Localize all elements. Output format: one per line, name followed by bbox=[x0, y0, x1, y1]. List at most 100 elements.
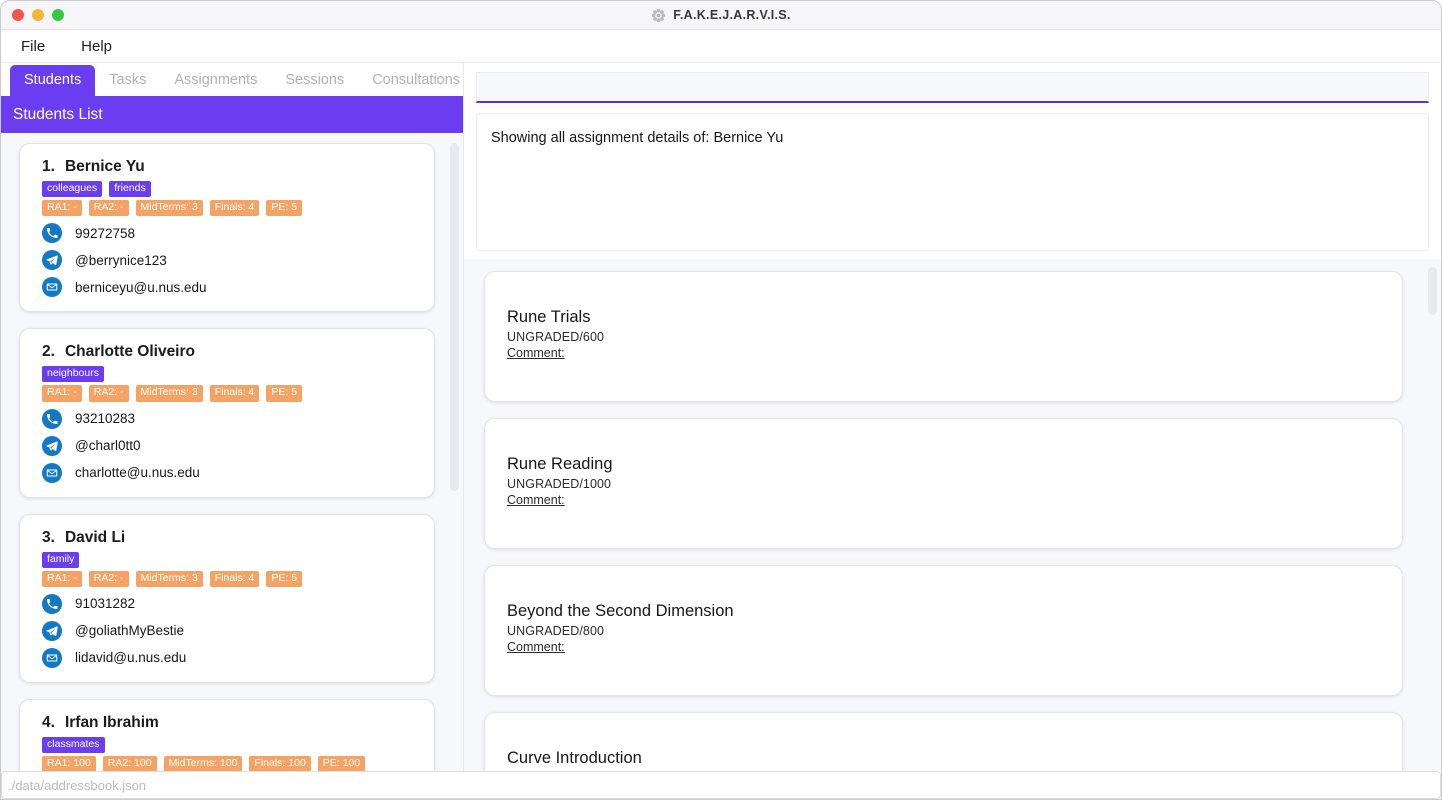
telegram-icon[interactable] bbox=[42, 620, 62, 641]
student-grade-badge: MidTerms: 3 bbox=[135, 570, 203, 587]
assignment-card[interactable]: Curve Introduction bbox=[484, 712, 1403, 771]
student-grade-badge: RA1: - bbox=[42, 385, 82, 402]
student-name-row: 4. Irfan Ibrahim bbox=[42, 714, 418, 732]
app-window: F.A.K.E.J.A.R.V.I.S. File Help Students … bbox=[0, 0, 1442, 800]
tab-tasks[interactable]: Tasks bbox=[95, 65, 160, 96]
student-grade-badge: Finals: 100 bbox=[249, 755, 311, 771]
student-index: 3. bbox=[42, 528, 55, 546]
body-split: Students Tasks Assignments Sessions Cons… bbox=[1, 63, 1441, 771]
student-phone-text: 93210283 bbox=[75, 411, 136, 426]
student-grade-badge: RA2: - bbox=[88, 385, 129, 402]
student-tags: neighbours bbox=[42, 366, 418, 383]
assignment-title: Rune Reading bbox=[507, 455, 613, 473]
tab-consultations[interactable]: Consultations bbox=[358, 65, 474, 96]
student-tags: family bbox=[42, 551, 418, 568]
student-grade-badge: RA1: - bbox=[42, 200, 82, 217]
student-grade-badge: RA1: - bbox=[42, 570, 82, 587]
student-card[interactable]: 2. Charlotte Oliveiro neighbours RA1: - RA2:… bbox=[19, 328, 435, 498]
student-tag: friends bbox=[109, 181, 151, 198]
student-grade-badge: MidTerms: 3 bbox=[135, 200, 203, 217]
assignment-title: Rune Trials bbox=[507, 308, 591, 326]
minimize-window-button[interactable] bbox=[32, 9, 44, 21]
menu-help[interactable]: Help bbox=[79, 36, 114, 57]
email-icon[interactable] bbox=[42, 647, 62, 668]
student-grade-badge: Finals: 4 bbox=[209, 385, 260, 402]
student-telegram-text: @berrynice123 bbox=[75, 252, 167, 268]
assignment-card[interactable]: Beyond the Second Dimension UNGRADED/800 C… bbox=[484, 565, 1403, 696]
student-email-text: berniceyu@u.nus.edu bbox=[75, 279, 207, 295]
assignment-score: UNGRADED/800 bbox=[507, 624, 605, 638]
student-grade-badge: RA2: - bbox=[88, 570, 129, 587]
students-scrollbar[interactable] bbox=[450, 133, 459, 771]
telegram-icon[interactable] bbox=[42, 435, 62, 456]
title-center-group: F.A.K.E.J.A.R.V.I.S. bbox=[1, 8, 1441, 23]
student-name-row: 3. David Li bbox=[42, 529, 418, 547]
tab-bar: Students Tasks Assignments Sessions Cons… bbox=[1, 63, 463, 96]
assignments-scroll[interactable]: Rune Trials UNGRADED/600 Comment: Rune Read… bbox=[464, 259, 1441, 771]
menu-file[interactable]: File bbox=[19, 36, 47, 57]
student-email-text: lidavid@u.nus.edu bbox=[75, 650, 187, 666]
email-icon[interactable] bbox=[42, 462, 62, 483]
menu-bar: File Help bbox=[1, 30, 1441, 63]
student-grade-badge: PE: 5 bbox=[266, 385, 303, 402]
tab-assignments[interactable]: Assignments bbox=[160, 65, 271, 96]
assignment-comment-label: Comment: bbox=[507, 640, 565, 654]
student-grade-badge: RA2: 100 bbox=[102, 755, 157, 771]
student-telegram: @goliathMyBestie bbox=[42, 620, 418, 641]
students-scrollbar-thumb[interactable] bbox=[450, 143, 459, 491]
student-tag: family bbox=[42, 551, 80, 568]
phone-icon[interactable] bbox=[42, 593, 62, 614]
close-window-button[interactable] bbox=[12, 9, 24, 21]
tab-sessions[interactable]: Sessions bbox=[271, 65, 358, 96]
student-email: charlotte@u.nus.edu bbox=[42, 462, 418, 483]
student-tags: classmates bbox=[42, 736, 418, 753]
assignment-score: UNGRADED/1000 bbox=[507, 477, 612, 491]
student-grade-badge: PE: 100 bbox=[317, 755, 366, 771]
student-tags: colleagues friends bbox=[42, 181, 418, 198]
assignment-card[interactable]: Rune Trials UNGRADED/600 Comment: bbox=[484, 271, 1403, 402]
assignment-comment-label: Comment: bbox=[507, 346, 565, 360]
student-tag: neighbours bbox=[42, 366, 104, 383]
result-display-wrapper: Showing all assignment details of: Berni… bbox=[464, 107, 1441, 259]
student-telegram: @berrynice123 bbox=[42, 250, 418, 271]
telegram-icon[interactable] bbox=[42, 250, 62, 271]
student-grade-badge: PE: 5 bbox=[266, 570, 303, 587]
command-input[interactable] bbox=[476, 72, 1429, 103]
students-list-header: Students List bbox=[1, 96, 463, 133]
assignment-title: Beyond the Second Dimension bbox=[507, 602, 734, 620]
left-pane: Students Tasks Assignments Sessions Cons… bbox=[1, 63, 463, 771]
assignments-scrollbar-thumb[interactable] bbox=[1428, 267, 1437, 315]
assignments-container: Rune Trials UNGRADED/600 Comment: Rune Read… bbox=[476, 271, 1429, 771]
student-tag: colleagues bbox=[42, 181, 103, 198]
right-pane: Showing all assignment details of: Berni… bbox=[463, 63, 1441, 771]
email-icon[interactable] bbox=[42, 277, 62, 298]
student-card[interactable]: 1. Bernice Yu colleagues friends RA1: - RA2: … bbox=[19, 143, 435, 313]
student-grade-badge: MidTerms: 3 bbox=[135, 385, 203, 402]
status-bar: ./data/addressbook.json bbox=[1, 771, 1441, 799]
student-grade-badge: MidTerms: 100 bbox=[163, 755, 243, 771]
students-list-scroll[interactable]: 1. Bernice Yu colleagues friends RA1: - RA2: … bbox=[1, 133, 463, 771]
student-name: Charlotte Oliveiro bbox=[64, 343, 195, 361]
assignment-card[interactable]: Rune Reading UNGRADED/1000 Comment: bbox=[484, 418, 1403, 549]
student-email: lidavid@u.nus.edu bbox=[42, 647, 418, 668]
student-telegram: @charl0tt0 bbox=[42, 435, 418, 456]
student-phone-text: 91031282 bbox=[75, 596, 136, 612]
student-index: 2. bbox=[42, 343, 55, 361]
student-phone: 93210283 bbox=[42, 408, 418, 429]
student-card[interactable]: 3. David Li family RA1: - RA2: - MidTerms: 3 F… bbox=[19, 513, 435, 683]
student-index: 4. bbox=[42, 713, 55, 731]
student-name: David Li bbox=[64, 528, 126, 546]
student-phone: 99272758 bbox=[42, 223, 418, 244]
student-card[interactable]: 4. Irfan Ibrahim classmates RA1: 100 RA2: 10… bbox=[19, 698, 435, 771]
window-controls bbox=[1, 9, 64, 21]
student-grades: RA1: - RA2: - MidTerms: 3 Finals: 4 PE: 5 bbox=[42, 385, 418, 402]
assignments-scrollbar[interactable] bbox=[1428, 259, 1437, 771]
phone-icon[interactable] bbox=[42, 223, 62, 244]
tab-students[interactable]: Students bbox=[10, 65, 96, 96]
student-grades: RA1: - RA2: - MidTerms: 3 Finals: 4 PE: 5 bbox=[42, 570, 418, 587]
student-phone-text: 99272758 bbox=[75, 225, 136, 241]
phone-icon[interactable] bbox=[42, 408, 62, 429]
maximize-window-button[interactable] bbox=[52, 9, 64, 21]
students-container: 1. Bernice Yu colleagues friends RA1: - RA2: … bbox=[1, 143, 463, 771]
student-grade-badge: Finals: 4 bbox=[209, 570, 260, 587]
